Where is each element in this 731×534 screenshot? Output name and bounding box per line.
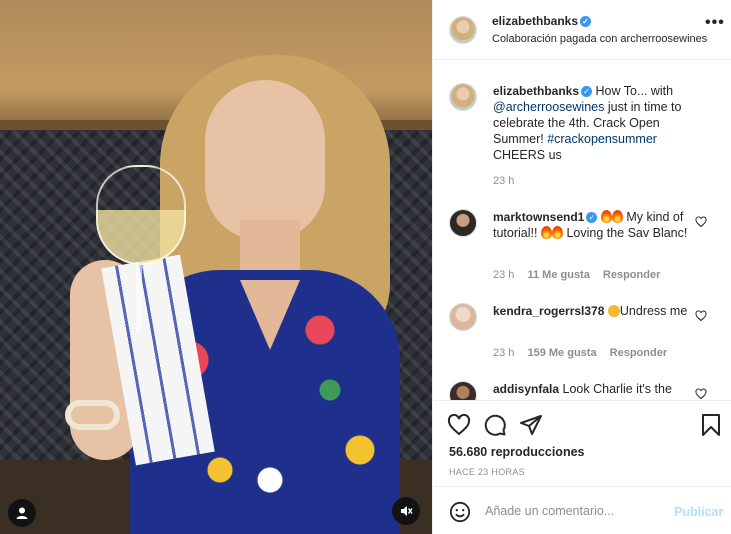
comment-time[interactable]: 23 h (493, 269, 514, 281)
emoji-icon[interactable] (449, 501, 471, 523)
verified-badge-icon: ✓ (586, 212, 598, 224)
verified-badge-icon: ✓ (580, 16, 592, 28)
comment-avatar[interactable] (449, 209, 477, 237)
comment-like-heart-icon[interactable] (695, 388, 707, 400)
view-count[interactable]: 56.680 reproducciones (449, 445, 584, 459)
post-header: elizabethbanks ✓ Colaboración pagada con … (433, 0, 731, 60)
comment-likes[interactable]: 159 Me gusta (527, 347, 596, 359)
comment-username[interactable]: addisynfala (493, 382, 559, 396)
comment-input[interactable] (485, 499, 665, 523)
add-comment-bar: Publicar (433, 486, 731, 534)
muted-speaker-icon[interactable] (392, 497, 420, 525)
wine-glass (96, 165, 186, 265)
post-date[interactable]: HACE 23 HORAS (449, 467, 525, 477)
bookmark-icon[interactable] (699, 413, 723, 437)
caption-text-after: CHEERS us (493, 148, 562, 162)
wine-glass-stem (136, 262, 142, 332)
fire-emoji-icon (611, 210, 623, 223)
user-tag-icon[interactable] (8, 499, 36, 527)
post-video[interactable] (0, 0, 432, 534)
person-face (205, 80, 325, 240)
caption-avatar[interactable] (449, 83, 477, 111)
caption-mention-link[interactable]: @archerroosewines (493, 100, 604, 114)
caption-text-before: How To... with (595, 84, 674, 98)
caption-time[interactable]: 23 h (493, 175, 514, 187)
comment-icon[interactable] (483, 413, 507, 437)
publish-button[interactable]: Publicar (674, 505, 723, 519)
comment-text: Undress me (619, 304, 688, 318)
caption-meta: 23 h (493, 175, 524, 187)
author-username[interactable]: elizabethbanks ✓ (492, 14, 592, 28)
caption-body: elizabethbanks ✓ How To... with @archerro… (493, 83, 693, 163)
comment-text: Look Charlie it's the (562, 382, 672, 396)
post-sidebar: elizabethbanks ✓ Colaboración pagada con … (432, 0, 731, 534)
comments-list[interactable]: elizabethbanks ✓ How To... with @archerro… (433, 61, 731, 400)
comment-like-heart-icon[interactable] (695, 310, 707, 325)
comment-time[interactable]: 23 h (493, 347, 514, 359)
comment-likes[interactable]: 11 Me gusta (527, 269, 589, 281)
dress-neckline (240, 280, 300, 350)
fire-emoji-icon (600, 210, 612, 223)
comment-meta: 23 h 11 Me gusta Responder (493, 269, 670, 281)
comment-username[interactable]: marktownsend1 (493, 210, 584, 224)
paid-partnership[interactable]: Colaboración pagada con archerroosewines (492, 33, 707, 45)
author-avatar[interactable] (449, 16, 477, 44)
fire-emoji-icon (540, 226, 552, 239)
comment-text-b: Loving the Sav Blanc! (566, 226, 688, 240)
comment-body: addisynfala Look Charlie it's the (493, 381, 693, 397)
comment-username[interactable]: kendra_rogerrsl378 (493, 304, 604, 318)
comment-meta: 23 h 159 Me gusta Responder (493, 347, 677, 359)
caption-hashtag-link[interactable]: #crackopensummer (547, 132, 657, 146)
author-username-text[interactable]: elizabethbanks (492, 14, 578, 28)
comment-body: kendra_rogerrsl378 Undress me (493, 303, 693, 319)
heart-icon[interactable] (447, 413, 471, 437)
verified-badge-icon: ✓ (581, 86, 593, 98)
comment-avatar[interactable] (449, 381, 477, 400)
more-options-icon[interactable]: ••• (705, 14, 725, 32)
comment-like-heart-icon[interactable] (695, 216, 707, 231)
comment-reply-button[interactable]: Responder (603, 269, 660, 281)
post-actions: 56.680 reproducciones HACE 23 HORAS (433, 400, 731, 486)
comment-avatar[interactable] (449, 303, 477, 331)
comment-reply-button[interactable]: Responder (610, 347, 667, 359)
comment-body: marktownsend1 ✓ My kind of tutorial!! Lov… (493, 209, 693, 241)
smiling-emoji-icon (607, 305, 620, 317)
bracelet (65, 400, 120, 430)
fire-emoji-icon (551, 226, 563, 239)
send-icon[interactable] (519, 413, 543, 437)
caption-username[interactable]: elizabethbanks (493, 84, 579, 98)
